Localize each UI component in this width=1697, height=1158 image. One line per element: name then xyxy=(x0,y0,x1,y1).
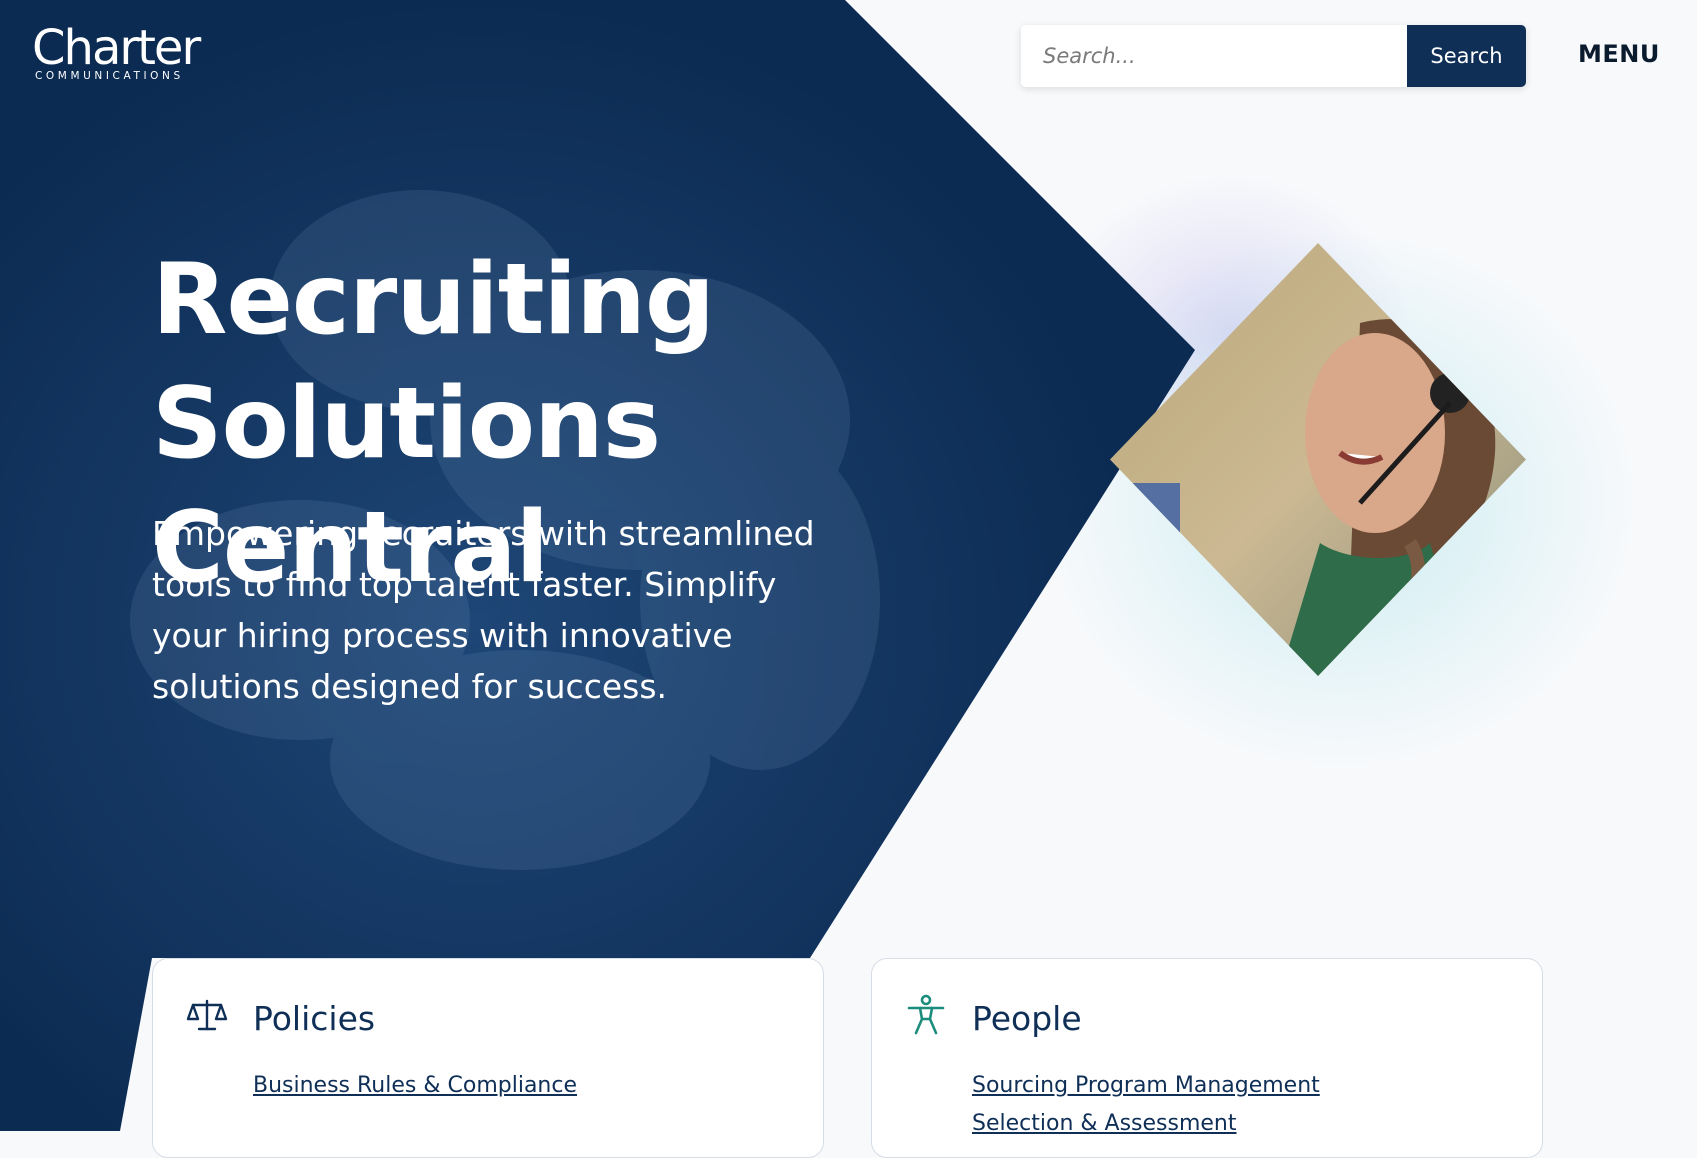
logo-wordmark: Charter xyxy=(32,20,201,76)
menu-button[interactable]: MENU xyxy=(1578,40,1660,68)
people-card: People Sourcing Program Management Selec… xyxy=(871,958,1543,1158)
policies-link-list: Business Rules & Compliance xyxy=(253,1067,577,1105)
people-link-list: Sourcing Program Management Selection & … xyxy=(972,1067,1320,1143)
link-business-rules-compliance[interactable]: Business Rules & Compliance xyxy=(253,1067,577,1105)
card-title-policies: Policies xyxy=(253,999,376,1038)
link-sourcing-program-management[interactable]: Sourcing Program Management xyxy=(972,1067,1320,1105)
search-input[interactable] xyxy=(1021,25,1407,87)
person-icon xyxy=(907,994,945,1035)
policies-card: Policies Business Rules & Compliance xyxy=(152,958,824,1158)
hero-title-line-1: Recruiting xyxy=(152,243,715,357)
search-bar: Search xyxy=(1021,25,1526,87)
search-button[interactable]: Search xyxy=(1407,25,1526,87)
hero-description: Empowering recruiters with streamlined t… xyxy=(152,514,815,706)
link-selection-assessment[interactable]: Selection & Assessment xyxy=(972,1105,1320,1143)
charter-logo[interactable]: Charter COMMUNICATIONS xyxy=(32,20,201,82)
scales-icon xyxy=(186,999,228,1031)
card-title-people: People xyxy=(972,999,1082,1038)
logo-subtitle: COMMUNICATIONS xyxy=(35,70,184,82)
